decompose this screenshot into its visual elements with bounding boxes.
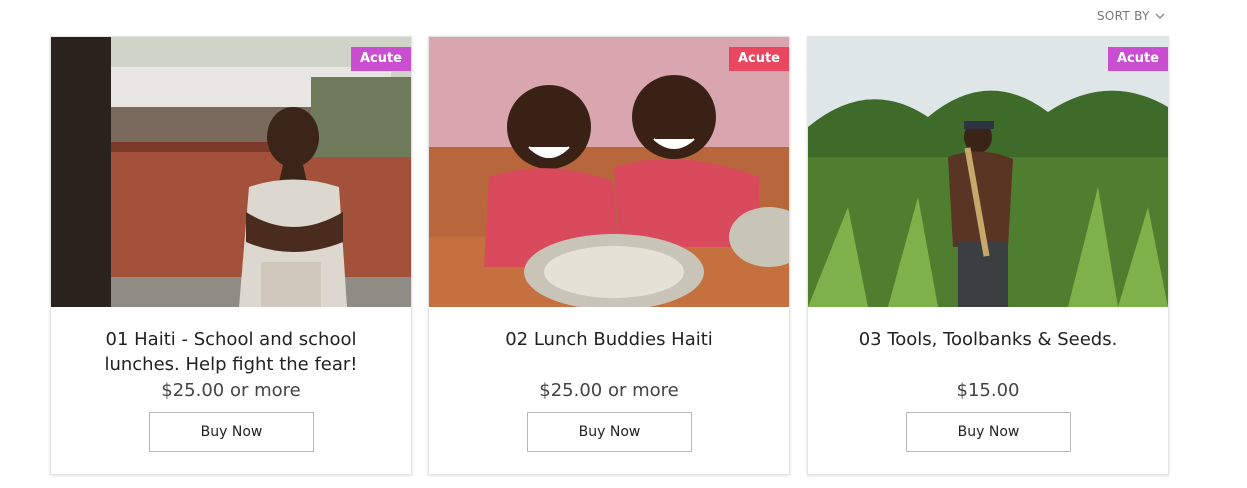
status-badge: Acute (728, 47, 789, 71)
buy-now-button[interactable]: Buy Now (906, 412, 1071, 452)
buy-now-button[interactable]: Buy Now (149, 412, 314, 452)
product-price: $25.00 or more (429, 379, 789, 403)
sort-by-label: SORT BY (1097, 9, 1150, 23)
status-badge: Acute (1107, 47, 1168, 71)
product-price: $25.00 or more (51, 379, 411, 403)
product-title[interactable]: 02 Lunch Buddies Haiti (449, 327, 769, 379)
price-amount: $25.00 (539, 380, 603, 401)
product-image[interactable] (808, 37, 1168, 307)
product-title[interactable]: 03 Tools, Toolbanks & Seeds. (828, 327, 1148, 379)
product-card[interactable]: Acute 02 Lunch Buddies Haiti $25.00 or m… (428, 36, 790, 475)
price-suffix: or more (224, 380, 301, 401)
photo-girl-standing (51, 37, 411, 307)
photo-farmer-field (808, 37, 1168, 307)
price-amount: $15.00 (956, 380, 1020, 401)
product-card[interactable]: Acute 03 Tools, Toolbanks & Seeds. $15.0… (807, 36, 1169, 475)
price-suffix: or more (602, 380, 679, 401)
chevron-down-icon (1154, 10, 1166, 22)
sort-by-dropdown[interactable]: SORT BY (1097, 9, 1166, 23)
product-image[interactable] (51, 37, 411, 307)
product-image[interactable] (429, 37, 789, 307)
product-price: $15.00 (808, 379, 1168, 403)
product-card[interactable]: Acute 01 Haiti - School and school lunch… (50, 36, 412, 475)
photo-children-lunch (429, 37, 789, 307)
price-amount: $25.00 (161, 380, 225, 401)
product-title[interactable]: 01 Haiti - School and school lunches. He… (71, 327, 391, 379)
status-badge: Acute (350, 47, 411, 71)
buy-now-button[interactable]: Buy Now (527, 412, 692, 452)
